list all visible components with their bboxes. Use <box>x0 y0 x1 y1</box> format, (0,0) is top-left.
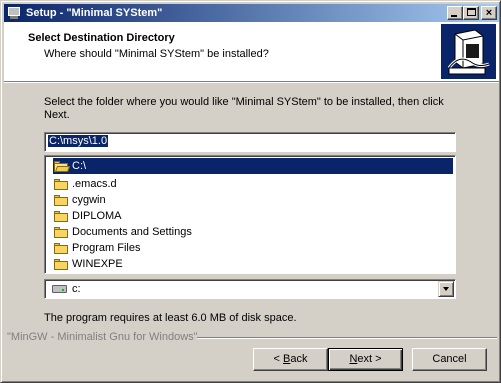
folder-icon <box>53 226 69 239</box>
tree-item-c-root[interactable]: C:\ <box>53 158 453 174</box>
tree-item-label: .emacs.d <box>72 178 117 190</box>
folder-icon <box>53 242 69 255</box>
branding-label: "MinGW - Minimalist Gnu for Windows" <box>7 331 198 343</box>
hard-drive-icon <box>52 285 67 293</box>
back-button-label: ack <box>290 353 308 365</box>
destination-path-input[interactable]: C:\msys\1.0 <box>44 132 456 152</box>
tree-item-program-files[interactable]: Program Files <box>53 240 140 256</box>
window-title: Setup - "Minimal SYStem" <box>26 7 163 19</box>
maximize-button[interactable] <box>463 6 479 20</box>
next-button-label: ext > <box>357 353 382 365</box>
open-folder-icon <box>53 160 71 173</box>
instruction-text: Select the folder where you would like "… <box>44 96 444 121</box>
tree-item-label: C:\ <box>72 160 87 172</box>
close-icon: × <box>485 7 493 19</box>
wizard-header: Select Destination Directory Where shoul… <box>4 22 499 81</box>
tree-item-label: WINEXPE <box>72 258 123 270</box>
folder-icon <box>53 258 69 271</box>
tree-item-label: Documents and Settings <box>72 226 192 238</box>
tree-item-documents[interactable]: Documents and Settings <box>53 224 192 240</box>
chevron-down-icon[interactable] <box>438 281 454 297</box>
drive-label: c: <box>72 283 81 295</box>
tree-item-emacs[interactable]: .emacs.d <box>53 176 117 192</box>
tree-item-winexpe[interactable]: WINEXPE <box>53 256 123 272</box>
tree-item-label: DIPLOMA <box>72 210 122 222</box>
back-button-prefix: < <box>273 353 283 365</box>
maximize-icon <box>467 8 476 16</box>
setup-app-icon <box>6 6 22 20</box>
folder-icon <box>53 178 69 191</box>
setup-window: Setup - "Minimal SYStem" × Select Destin… <box>0 0 501 383</box>
minimize-button[interactable] <box>447 6 463 20</box>
folder-icon <box>53 194 69 207</box>
cancel-button-label: Cancel <box>432 353 467 365</box>
header-divider-highlight <box>4 82 499 83</box>
cancel-button[interactable]: Cancel <box>412 348 487 371</box>
back-button[interactable]: < Back <box>253 348 328 371</box>
disk-space-text: The program requires at least 6.0 MB of … <box>44 312 297 324</box>
close-button[interactable]: × <box>481 6 497 20</box>
page-subtitle: Where should "Minimal SYStem" be install… <box>44 48 269 60</box>
footer-divider-highlight <box>197 338 497 339</box>
tree-item-cygwin[interactable]: cygwin <box>53 192 106 208</box>
folder-icon <box>53 210 69 223</box>
tree-item-label: cygwin <box>72 194 106 206</box>
title-bar[interactable]: Setup - "Minimal SYStem" × <box>4 4 499 22</box>
tree-item-label: Program Files <box>72 242 141 254</box>
folder-tree[interactable]: C:\ .emacs.d cygwin DIPLOMA Documents an… <box>44 155 456 274</box>
setup-logo-icon <box>441 24 496 79</box>
minimize-icon <box>451 15 457 17</box>
page-title: Select Destination Directory <box>28 32 175 44</box>
drive-select[interactable]: c: <box>44 279 456 299</box>
tree-item-diploma[interactable]: DIPLOMA <box>53 208 122 224</box>
destination-path-value: C:\msys\1.0 <box>48 135 109 147</box>
next-button[interactable]: Next > <box>328 348 403 371</box>
